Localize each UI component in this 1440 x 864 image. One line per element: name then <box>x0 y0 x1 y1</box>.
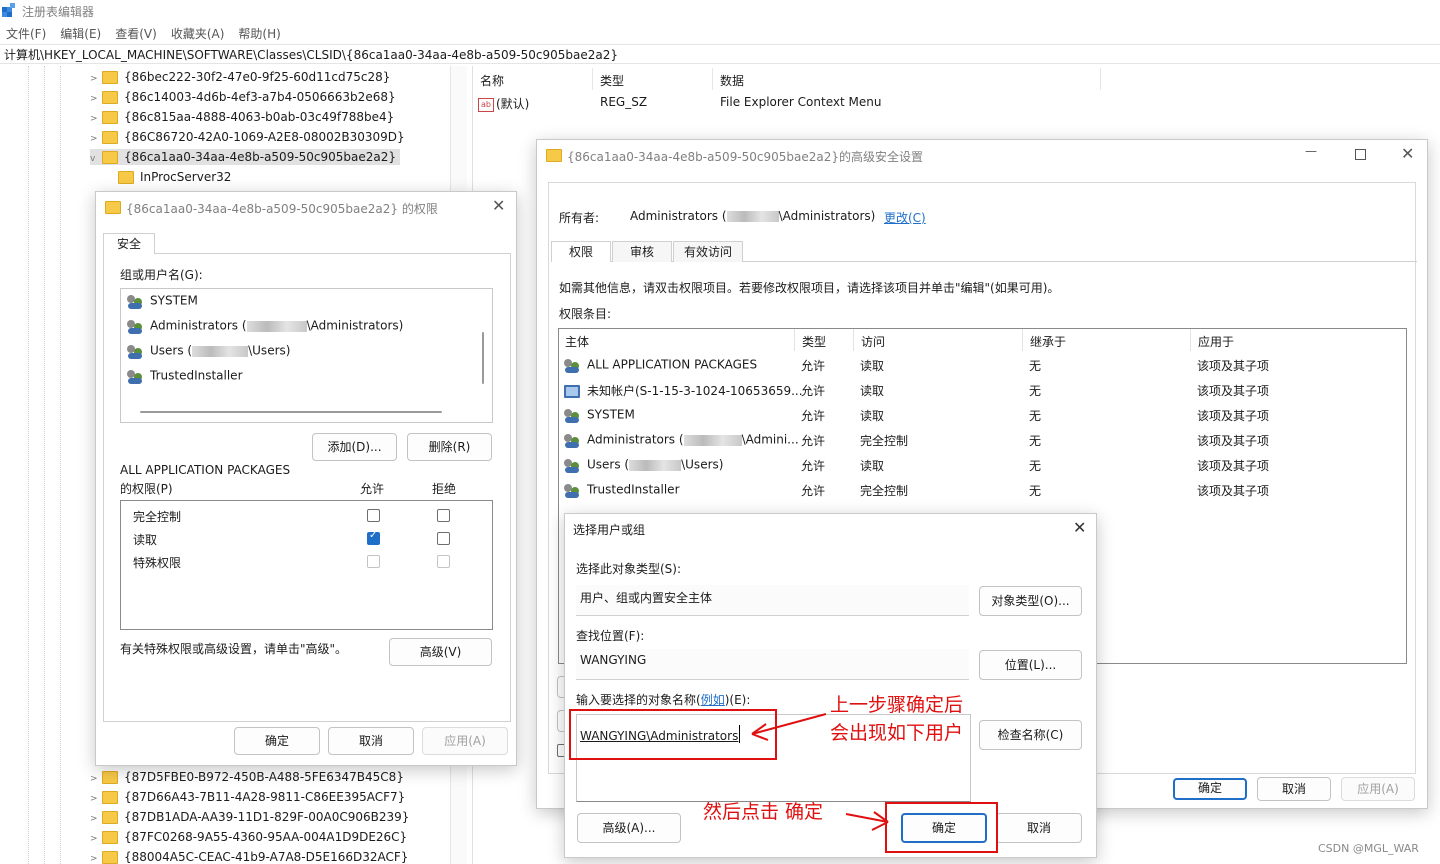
arrow-to-input-icon <box>751 713 827 735</box>
annotation-arrows <box>751 713 889 831</box>
watermark: CSDN @MGL_WAR <box>1318 842 1419 855</box>
